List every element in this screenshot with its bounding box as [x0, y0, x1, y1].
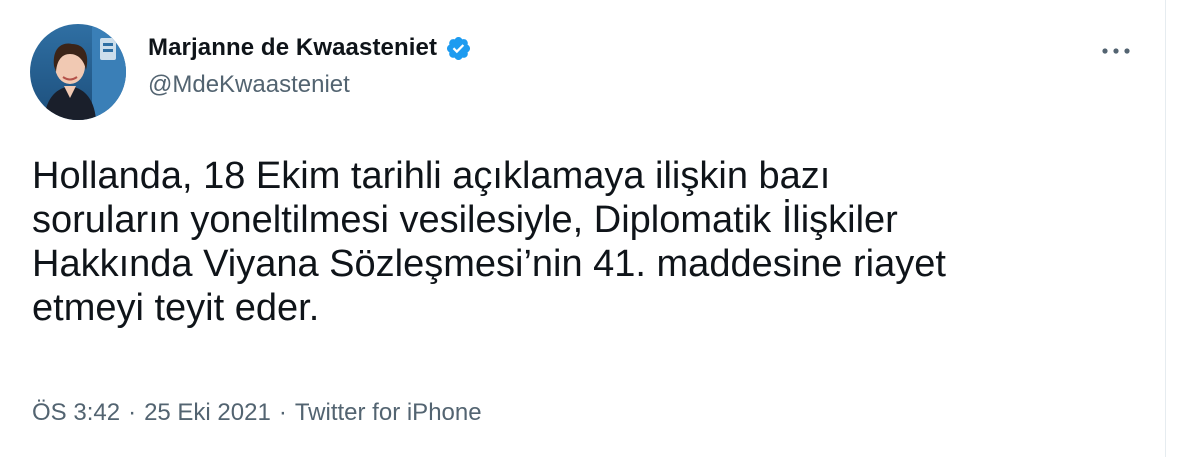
verified-badge-icon — [445, 35, 472, 62]
author-block: Marjanne de Kwaasteniet @MdeKwaasteniet — [148, 34, 472, 99]
name-row: Marjanne de Kwaasteniet — [148, 34, 472, 62]
tweet-metadata: ÖS 3:42 · 25 Eki 2021 · Twitter for iPhon… — [32, 399, 482, 427]
tweet-date[interactable]: 25 Eki 2021 — [144, 399, 271, 427]
separator: · — [278, 399, 287, 426]
tweet-card: Marjanne de Kwaasteniet @MdeKwaasteniet … — [0, 0, 1166, 457]
separator: · — [128, 399, 137, 426]
more-horizontal-icon — [1102, 48, 1130, 54]
tweet-time[interactable]: ÖS 3:42 — [32, 399, 120, 427]
tweet-source[interactable]: Twitter for iPhone — [295, 399, 482, 427]
user-handle[interactable]: @MdeKwaasteniet — [148, 71, 472, 99]
display-name[interactable]: Marjanne de Kwaasteniet — [148, 34, 437, 62]
avatar[interactable] — [30, 24, 126, 120]
more-options-button[interactable] — [1096, 36, 1136, 66]
tweet-text: Hollanda, 18 Ekim tarihli açıklamaya ili… — [32, 155, 946, 329]
